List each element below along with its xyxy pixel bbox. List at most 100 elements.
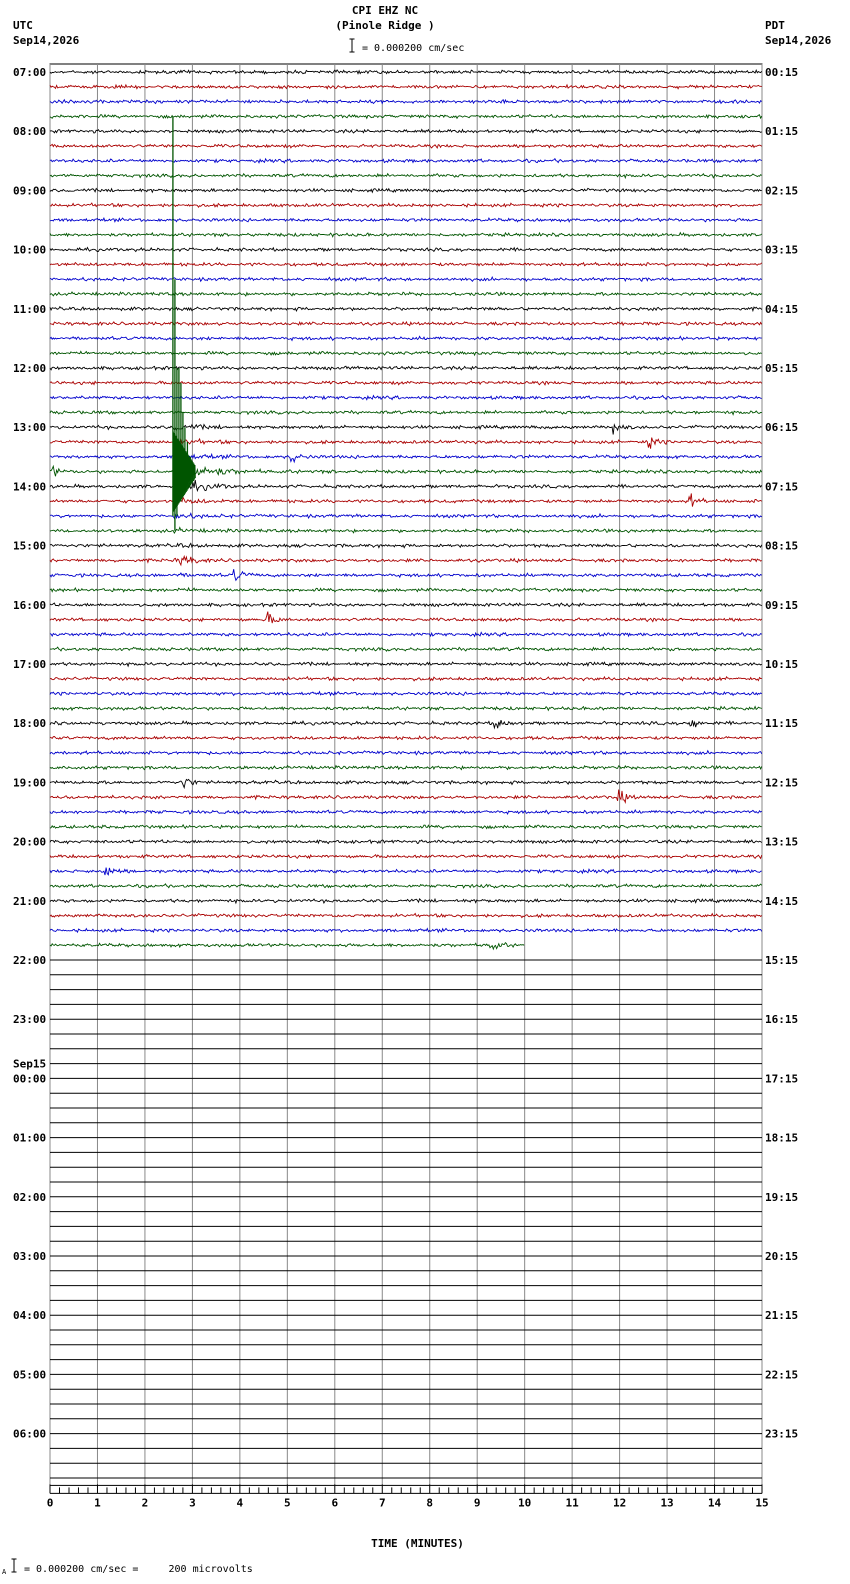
utc-hour-label: 21:00 bbox=[13, 895, 46, 908]
utc-hour-label: 00:00 bbox=[13, 1072, 46, 1085]
pdt-hour-label: 21:15 bbox=[765, 1309, 798, 1322]
footer-marker: A bbox=[2, 1568, 7, 1576]
x-tick-label: 1 bbox=[94, 1496, 101, 1509]
trace-row bbox=[49, 912, 762, 919]
trace-row bbox=[49, 853, 763, 860]
trace-row bbox=[49, 838, 762, 845]
trace-row bbox=[49, 586, 763, 594]
trace-row bbox=[49, 602, 762, 608]
utc-hour-label: 19:00 bbox=[13, 776, 46, 789]
trace-row bbox=[49, 409, 762, 416]
trace-row bbox=[49, 554, 762, 567]
trace-row bbox=[49, 789, 762, 805]
trace-row bbox=[49, 128, 762, 135]
x-tick-label: 0 bbox=[47, 1496, 54, 1509]
x-tick-label: 11 bbox=[566, 1496, 580, 1509]
trace-row bbox=[49, 897, 763, 905]
trace-row bbox=[49, 275, 762, 283]
trace-row bbox=[49, 113, 763, 120]
trace-row bbox=[49, 157, 762, 164]
utc-hour-label: 07:00 bbox=[13, 66, 46, 79]
time-axis: 0 1 2 3 4 5 6 7 8 9 10 11 12 13 14 15 bbox=[47, 1484, 769, 1509]
x-tick-label: 14 bbox=[708, 1496, 722, 1509]
footer-scale-label: = 0.000200 cm/sec = 200 microvolts bbox=[24, 1564, 253, 1575]
utc-hour-label: 20:00 bbox=[13, 836, 46, 849]
trace-row bbox=[49, 705, 762, 712]
utc-hour-label: 06:00 bbox=[13, 1428, 46, 1441]
utc-hour-label: 08:00 bbox=[13, 125, 46, 138]
utc-hour-label: 13:00 bbox=[13, 421, 46, 434]
pdt-hour-label: 02:15 bbox=[765, 184, 798, 197]
pdt-hour-label: 11:15 bbox=[765, 717, 798, 730]
pdt-hour-label: 00:15 bbox=[765, 66, 798, 79]
trace-row bbox=[49, 611, 763, 624]
pdt-hour-label: 10:15 bbox=[765, 658, 798, 671]
utc-hour-label: 11:00 bbox=[13, 303, 46, 316]
x-tick-label: 4 bbox=[237, 1496, 244, 1509]
trace-row bbox=[49, 187, 762, 194]
trace-row bbox=[49, 291, 762, 297]
pdt-hour-label: 09:15 bbox=[765, 599, 798, 612]
trace-row bbox=[49, 690, 762, 697]
utc-hour-label: 17:00 bbox=[13, 658, 46, 671]
trace-row bbox=[49, 569, 762, 582]
x-axis-title: TIME (MINUTES) bbox=[371, 1537, 464, 1550]
pdt-hour-label: 05:15 bbox=[765, 362, 798, 375]
utc-hour-label: 02:00 bbox=[13, 1191, 46, 1204]
pdt-hour-label: 17:15 bbox=[765, 1072, 798, 1085]
utc-hour-label: 22:00 bbox=[13, 954, 46, 967]
trace-row bbox=[49, 675, 762, 682]
x-tick-label: 3 bbox=[189, 1496, 196, 1509]
trace-row bbox=[49, 719, 763, 730]
helicorder-plot: 0 1 2 3 4 5 6 7 8 9 10 11 12 13 14 15 07:0008:0009:0010… bbox=[13, 63, 798, 1509]
pdt-hour-label: 16:15 bbox=[765, 1013, 798, 1026]
x-tick-label: 8 bbox=[426, 1496, 433, 1509]
trace-row bbox=[49, 452, 762, 464]
trace-row bbox=[49, 350, 762, 357]
utc-hour-label: 16:00 bbox=[13, 599, 46, 612]
pdt-hour-label: 19:15 bbox=[765, 1191, 798, 1204]
utc-hour-label: 04:00 bbox=[13, 1309, 46, 1322]
trace-row bbox=[49, 883, 763, 889]
utc-hour-label: 10:00 bbox=[13, 244, 46, 257]
trace-row bbox=[49, 823, 762, 830]
pdt-hour-label: 15:15 bbox=[765, 954, 798, 967]
trace-row bbox=[49, 778, 762, 790]
pdt-hour-label: 08:15 bbox=[765, 540, 798, 553]
pdt-hour-label: 23:15 bbox=[765, 1428, 798, 1441]
utc-hour-label: 14:00 bbox=[13, 480, 46, 493]
x-tick-label: 2 bbox=[142, 1496, 149, 1509]
utc-hour-label: 03:00 bbox=[13, 1250, 46, 1263]
pdt-hour-label: 07:15 bbox=[765, 480, 798, 493]
trace-row bbox=[49, 764, 763, 771]
trace-row bbox=[49, 305, 763, 313]
trace-row bbox=[49, 809, 762, 816]
utc-hour-label: 05:00 bbox=[13, 1368, 46, 1381]
trace-row bbox=[49, 479, 763, 493]
trace-row bbox=[49, 458, 763, 484]
trace-row bbox=[49, 394, 762, 401]
plot-frame bbox=[49, 63, 763, 1486]
x-tick-label: 9 bbox=[474, 1496, 481, 1509]
trace-row bbox=[49, 365, 762, 371]
x-tick-label: 6 bbox=[331, 1496, 338, 1509]
seismic-traces bbox=[49, 69, 763, 1479]
trace-row bbox=[49, 749, 763, 756]
utc-hour-label: 18:00 bbox=[13, 717, 46, 730]
pdt-hour-label: 04:15 bbox=[765, 303, 798, 316]
trace-row bbox=[49, 493, 762, 507]
trace-row bbox=[49, 380, 763, 386]
pdt-hour-label: 01:15 bbox=[765, 125, 798, 138]
trace-row bbox=[49, 735, 762, 741]
trace-row bbox=[49, 335, 762, 342]
pdt-hour-label: 18:15 bbox=[765, 1132, 798, 1145]
trace-row bbox=[49, 423, 762, 435]
utc-date-change-label: Sep15 bbox=[13, 1057, 46, 1070]
pdt-hour-label: 14:15 bbox=[765, 895, 798, 908]
trace-row bbox=[49, 143, 762, 150]
trace-row bbox=[49, 437, 762, 449]
x-tick-label: 7 bbox=[379, 1496, 386, 1509]
trace-row bbox=[49, 261, 763, 268]
plot-grid bbox=[49, 63, 763, 1486]
utc-hour-label: 09:00 bbox=[13, 184, 46, 197]
